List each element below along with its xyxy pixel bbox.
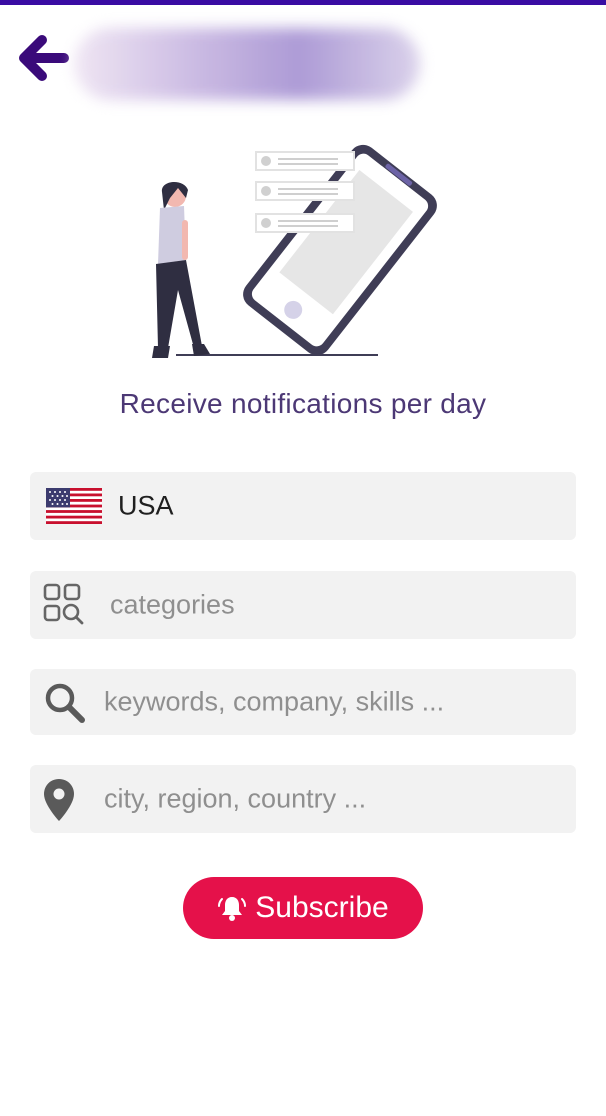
back-button[interactable] (18, 32, 72, 86)
location-pin-icon (44, 779, 74, 821)
country-value: USA (118, 490, 174, 521)
country-selector[interactable]: USA (30, 472, 576, 540)
categories-field[interactable]: categories (30, 571, 576, 639)
keywords-search-input[interactable]: keywords, company, skills ... (30, 669, 576, 735)
categories-placeholder: categories (110, 589, 235, 620)
subscribe-button[interactable]: Subscribe (183, 877, 423, 939)
bell-ring-icon (218, 897, 247, 921)
arrow-left-icon (19, 35, 69, 81)
us-flag-icon (46, 488, 102, 524)
search-icon (45, 683, 85, 723)
keywords-placeholder: keywords, company, skills ... (104, 686, 445, 717)
subscribe-label: Subscribe (255, 891, 389, 924)
obscured-title (74, 28, 420, 100)
location-placeholder: city, region, country ... (104, 783, 367, 814)
top-accent-bar (0, 0, 606, 5)
notification-illustration (152, 144, 437, 358)
page-heading: Receive notifications per day (119, 388, 487, 419)
category-search-icon (43, 583, 84, 625)
location-input[interactable]: city, region, country ... (30, 765, 576, 833)
